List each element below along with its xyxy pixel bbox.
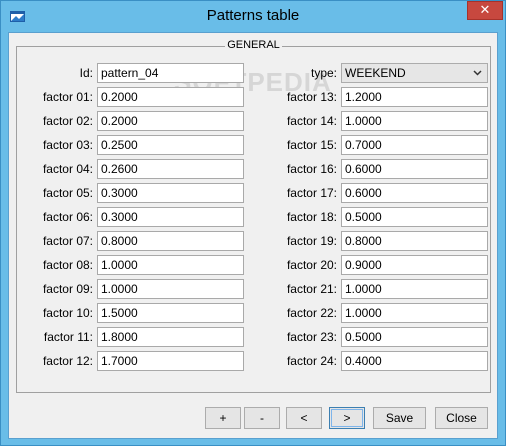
left-factor-field[interactable]: 1.0000 bbox=[97, 279, 244, 299]
right-factor-label: factor 20: bbox=[286, 258, 337, 272]
add-button[interactable]: + bbox=[205, 407, 241, 429]
right-factor-field[interactable]: 0.5000 bbox=[341, 327, 488, 347]
right-factor-label: factor 14: bbox=[286, 114, 337, 128]
left-factor-field[interactable]: 1.0000 bbox=[97, 255, 244, 275]
right-factor-field[interactable]: 0.8000 bbox=[341, 231, 488, 251]
right-factor-label: factor 13: bbox=[286, 90, 337, 104]
left-factor-field[interactable]: 0.2000 bbox=[97, 87, 244, 107]
id-label: Id: bbox=[79, 66, 93, 80]
right-factor-field[interactable]: 0.6000 bbox=[341, 183, 488, 203]
right-factor-field[interactable]: 1.0000 bbox=[341, 279, 488, 299]
chevron-down-icon bbox=[473, 70, 482, 76]
left-factor-field[interactable]: 0.8000 bbox=[97, 231, 244, 251]
right-factor-label: factor 22: bbox=[286, 306, 337, 320]
id-field[interactable]: pattern_04 bbox=[97, 63, 244, 83]
right-factor-label: factor 17: bbox=[286, 186, 337, 200]
left-factor-label: factor 06: bbox=[42, 210, 93, 224]
window-title: Patterns table bbox=[206, 7, 300, 24]
right-factor-label: factor 21: bbox=[286, 282, 337, 296]
left-factor-field[interactable]: 0.2600 bbox=[97, 159, 244, 179]
left-factor-label: factor 02: bbox=[42, 114, 93, 128]
left-factor-label: factor 09: bbox=[42, 282, 93, 296]
right-factor-label: factor 16: bbox=[286, 162, 337, 176]
right-factor-label: factor 23: bbox=[286, 330, 337, 344]
left-factor-label: factor 10: bbox=[42, 306, 93, 320]
left-factor-field[interactable]: 0.3000 bbox=[97, 183, 244, 203]
right-factor-field[interactable]: 0.4000 bbox=[341, 351, 488, 371]
right-factor-field[interactable]: 0.7000 bbox=[341, 135, 488, 155]
previous-button[interactable]: < bbox=[286, 407, 322, 429]
patterns-table-window: Patterns table ✕ GENERAL SOFTPEDIA Id: p… bbox=[0, 0, 506, 446]
type-select-value: WEEKEND bbox=[345, 66, 406, 80]
title-bar[interactable]: Patterns table ✕ bbox=[1, 1, 505, 31]
dialog-client-area: GENERAL SOFTPEDIA Id: pattern_04 type: W… bbox=[8, 32, 498, 439]
left-factor-label: factor 08: bbox=[42, 258, 93, 272]
right-factor-field[interactable]: 1.0000 bbox=[341, 111, 488, 131]
type-select[interactable]: WEEKEND bbox=[341, 63, 488, 83]
left-factor-label: factor 07: bbox=[42, 234, 93, 248]
left-factor-field[interactable]: 0.3000 bbox=[97, 207, 244, 227]
right-factor-field[interactable]: 1.0000 bbox=[341, 303, 488, 323]
left-factor-label: factor 04: bbox=[42, 162, 93, 176]
save-button[interactable]: Save bbox=[373, 407, 426, 429]
type-label: type: bbox=[310, 66, 337, 80]
left-factor-label: factor 11: bbox=[43, 330, 93, 344]
right-factor-label: factor 15: bbox=[286, 138, 337, 152]
left-factor-field[interactable]: 0.2000 bbox=[97, 111, 244, 131]
right-factor-field[interactable]: 0.5000 bbox=[341, 207, 488, 227]
left-factor-field[interactable]: 1.7000 bbox=[97, 351, 244, 371]
right-factor-label: factor 18: bbox=[286, 210, 337, 224]
left-factor-field[interactable]: 1.8000 bbox=[97, 327, 244, 347]
left-factor-field[interactable]: 1.5000 bbox=[97, 303, 244, 323]
left-factor-label: factor 05: bbox=[42, 186, 93, 200]
right-factor-field[interactable]: 0.6000 bbox=[341, 159, 488, 179]
left-factor-label: factor 12: bbox=[42, 354, 93, 368]
right-factor-label: factor 19: bbox=[286, 234, 337, 248]
close-window-button[interactable]: ✕ bbox=[467, 1, 503, 20]
remove-button[interactable]: - bbox=[244, 407, 280, 429]
group-title: GENERAL bbox=[225, 39, 282, 51]
right-factor-field[interactable]: 0.9000 bbox=[341, 255, 488, 275]
left-factor-field[interactable]: 0.2500 bbox=[97, 135, 244, 155]
close-button[interactable]: Close bbox=[435, 407, 488, 429]
left-factor-label: factor 03: bbox=[42, 138, 93, 152]
right-factor-field[interactable]: 1.2000 bbox=[341, 87, 488, 107]
next-button[interactable]: > bbox=[329, 407, 365, 429]
right-factor-label: factor 24: bbox=[286, 354, 337, 368]
left-factor-label: factor 01: bbox=[42, 90, 93, 104]
general-groupbox: GENERAL SOFTPEDIA Id: pattern_04 type: W… bbox=[16, 39, 491, 393]
